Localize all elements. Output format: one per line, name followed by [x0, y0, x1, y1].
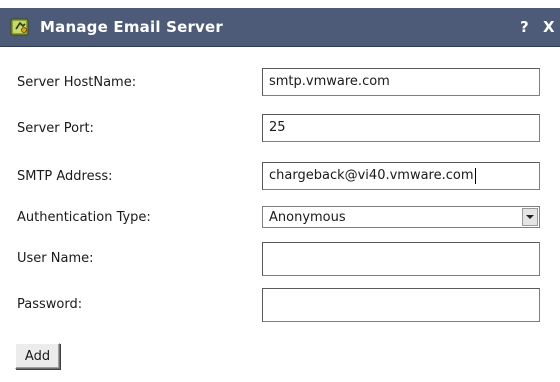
smtp-address-input[interactable]: chargeback@vi40.vmware.com — [262, 162, 540, 190]
text-cursor — [474, 167, 476, 184]
server-hostname-label: Server HostName: — [17, 75, 137, 90]
authentication-type-value: Anonymous — [269, 210, 346, 225]
close-icon[interactable]: X — [543, 18, 555, 36]
server-port-label: Server Port: — [17, 121, 94, 136]
chevron-down-icon — [526, 215, 534, 219]
add-button[interactable]: Add — [15, 343, 60, 369]
dialog-titlebar: Manage Email Server ? X — [0, 8, 560, 47]
user-name-input[interactable] — [262, 242, 540, 276]
password-label: Password: — [17, 297, 83, 312]
authentication-type-select[interactable]: Anonymous — [262, 206, 540, 228]
smtp-address-value: chargeback@vi40.vmware.com — [269, 168, 474, 183]
help-icon[interactable]: ? — [520, 18, 529, 36]
password-input[interactable] — [262, 288, 540, 322]
app-icon — [10, 18, 29, 36]
dialog-title: Manage Email Server — [40, 18, 224, 36]
server-hostname-input[interactable]: smtp.vmware.com — [262, 68, 540, 96]
server-port-input[interactable]: 25 — [262, 114, 540, 142]
authentication-type-label: Authentication Type: — [17, 210, 151, 225]
dropdown-button[interactable] — [522, 208, 538, 226]
user-name-label: User Name: — [17, 251, 94, 266]
smtp-address-label: SMTP Address: — [17, 169, 113, 184]
